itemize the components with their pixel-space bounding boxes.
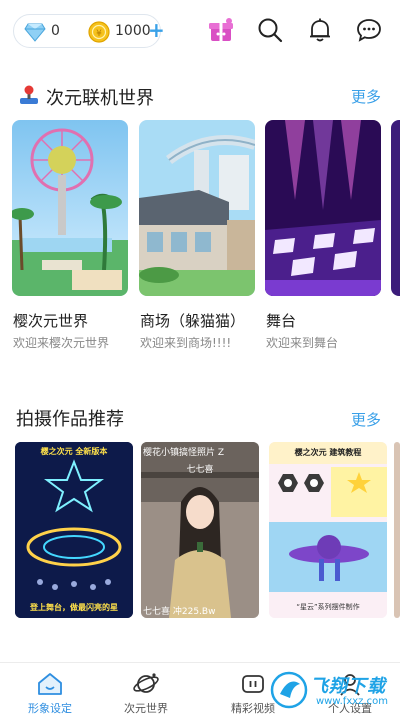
photo-card-caption: 樱之次元 全新版本 — [40, 447, 108, 456]
world-card-mall[interactable]: 商场（躲猫猫） 欢迎来到商场!!!! — [139, 120, 255, 350]
coin-count: 1000 — [115, 23, 151, 39]
photo-card-caption: 登上舞台，做最闪亮的星 — [30, 603, 118, 612]
photo-card-caption: 樱之次元 建筑教程 — [294, 448, 362, 457]
world-thumbnail — [139, 120, 255, 296]
coin-icon: ¥ — [88, 21, 110, 43]
gem-count: 0 — [51, 23, 60, 39]
photo-card-caption: “星云”系列摆件制作 — [296, 603, 360, 611]
photo-more-link[interactable]: 更多 — [351, 409, 381, 430]
message-icon[interactable] — [355, 16, 383, 44]
search-icon[interactable] — [256, 16, 284, 44]
joystick-icon — [20, 85, 38, 104]
currency-panel[interactable]: 0 ¥ 1000 + — [13, 14, 165, 48]
svg-text:¥: ¥ — [96, 29, 102, 39]
world-card-name: 舞台 — [266, 312, 297, 330]
world-card-name: 樱次元世界 — [13, 312, 89, 330]
photo-card-caption: 七七喜 — [186, 465, 214, 475]
world-card-partial[interactable]: 新 欢次 — [391, 120, 400, 296]
nav-label: 形象设定 — [28, 702, 72, 715]
world-thumbnail — [391, 120, 400, 296]
watermark-url: www.fxxz.com — [316, 696, 388, 707]
top-bar: 0 ¥ 1000 + — [0, 0, 400, 64]
world-card-desc: 欢迎来到舞台 — [266, 336, 339, 350]
world-thumbnail — [12, 120, 128, 296]
photo-card-stage[interactable]: 樱之次元 全新版本 登上舞台，做最闪亮的星 — [15, 442, 133, 618]
photo-card-caption: 七七喜 冲225.Bw — [143, 607, 216, 617]
planet-icon — [133, 673, 159, 693]
photo-card-build[interactable]: 樱之次元 建筑教程 “星云”系列摆件制作 — [269, 442, 387, 618]
video-icon — [242, 675, 264, 693]
watermark-logo-icon — [270, 671, 308, 709]
nav-label: 次元世界 — [124, 702, 168, 715]
add-coins-button[interactable]: + — [148, 19, 165, 41]
world-thumbnail — [265, 120, 381, 296]
house-icon — [38, 673, 62, 695]
diamond-icon — [24, 23, 46, 42]
nav-item-world[interactable]: 次元世界 — [96, 663, 196, 717]
bell-icon[interactable] — [306, 16, 334, 44]
photo-card-selfie[interactable]: 樱花小镇搞怪照片 Z 七七喜 七七喜 冲225.Bw — [141, 442, 259, 618]
photo-card-partial[interactable] — [394, 442, 400, 618]
world-more-link[interactable]: 更多 — [351, 86, 381, 107]
nav-item-appearance[interactable]: 形象设定 — [0, 663, 100, 717]
photo-section-title: 拍摄作品推荐 — [16, 409, 124, 430]
world-card-sakura[interactable]: 樱次元世界 欢迎来樱次元世界 — [12, 120, 128, 350]
gift-icon[interactable] — [207, 16, 235, 44]
world-card-stage[interactable]: 舞台 欢迎来到舞台 — [265, 120, 381, 350]
world-card-desc: 欢迎来到商场!!!! — [140, 336, 232, 350]
photo-card-caption: 樱花小镇搞怪照片 Z — [143, 448, 225, 458]
watermark-text: 飞翔下载 — [310, 676, 386, 697]
world-card-name: 商场（躲猫猫） — [140, 312, 246, 330]
world-card-desc: 欢迎来樱次元世界 — [13, 336, 110, 350]
watermark: 飞翔下载 www.fxxz.com — [270, 668, 396, 714]
world-section-title: 次元联机世界 — [46, 88, 154, 109]
